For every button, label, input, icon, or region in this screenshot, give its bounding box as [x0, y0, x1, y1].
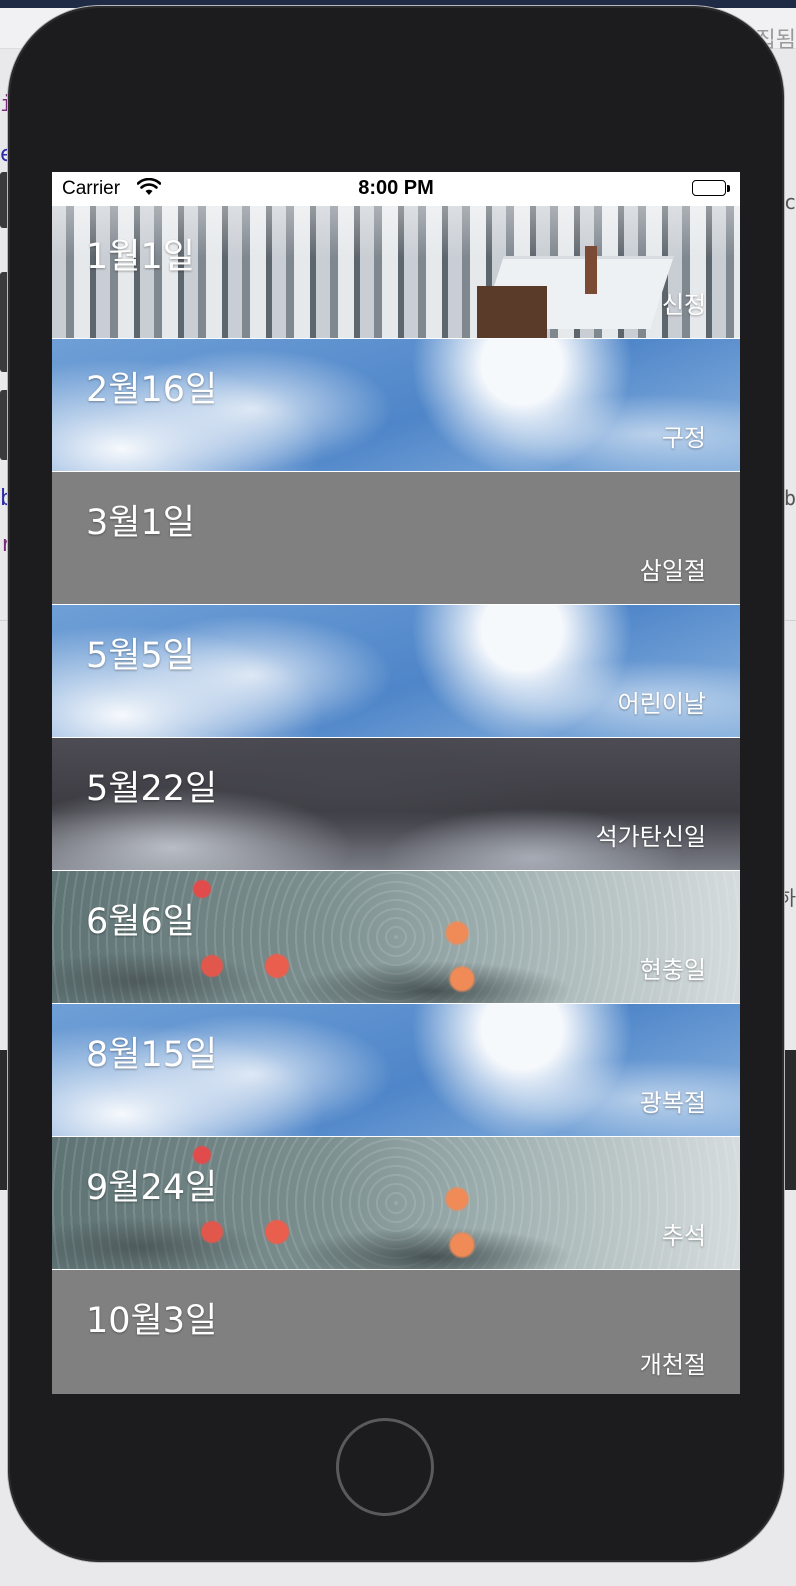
- holiday-name-label: 삼일절: [639, 557, 706, 585]
- holiday-date-label: 5월22일: [86, 769, 218, 809]
- holiday-date-label: 8월15일: [86, 1035, 218, 1075]
- holiday-date-label: 5월5일: [86, 636, 195, 676]
- holiday-date-label: 10월3일: [86, 1301, 218, 1341]
- holiday-name-label: 어린이날: [617, 690, 706, 718]
- background-code-char: b: [783, 486, 796, 510]
- simulator-screen: Carrier 8:00 PM 1월1일 신정 2월16일 구정 3월1일 삼일…: [52, 172, 740, 1394]
- holiday-name-label: 광복절: [639, 1089, 706, 1117]
- holiday-cell[interactable]: 10월3일 개천절: [52, 1270, 740, 1394]
- holiday-name-label: 석가탄신일: [595, 823, 706, 851]
- holiday-date-label: 9월24일: [86, 1168, 218, 1208]
- holiday-cell[interactable]: 6월6일 현충일: [52, 871, 740, 1004]
- holiday-table-view[interactable]: 1월1일 신정 2월16일 구정 3월1일 삼일절 5월5일 어린이날 5월22…: [52, 206, 740, 1394]
- holiday-cell[interactable]: 1월1일 신정: [52, 206, 740, 339]
- holiday-cell[interactable]: 8월15일 광복절: [52, 1004, 740, 1137]
- holiday-date-label: 3월1일: [86, 503, 195, 543]
- holiday-date-label: 1월1일: [86, 237, 195, 277]
- holiday-name-label: 추석: [661, 1222, 706, 1250]
- status-time: 8:00 PM: [358, 177, 434, 199]
- holiday-cell[interactable]: 2월16일 구정: [52, 339, 740, 472]
- battery-icon: [692, 180, 730, 198]
- holiday-date-label: 6월6일: [86, 902, 195, 942]
- holiday-name-label: 개천절: [639, 1351, 706, 1379]
- holiday-cell[interactable]: 9월24일 추석: [52, 1137, 740, 1270]
- holiday-cell[interactable]: 3월1일 삼일절: [52, 472, 740, 605]
- holiday-date-label: 2월16일: [86, 370, 218, 410]
- status-bar: Carrier 8:00 PM: [52, 172, 740, 206]
- holiday-name-label: 현충일: [639, 956, 706, 984]
- home-button[interactable]: [336, 1418, 434, 1516]
- background-code-char: c: [783, 190, 796, 214]
- holiday-name-label: 구정: [661, 424, 706, 452]
- holiday-cell[interactable]: 5월5일 어린이날: [52, 605, 740, 738]
- holiday-cell[interactable]: 5월22일 석가탄신일: [52, 738, 740, 871]
- holiday-name-label: 신정: [661, 291, 706, 319]
